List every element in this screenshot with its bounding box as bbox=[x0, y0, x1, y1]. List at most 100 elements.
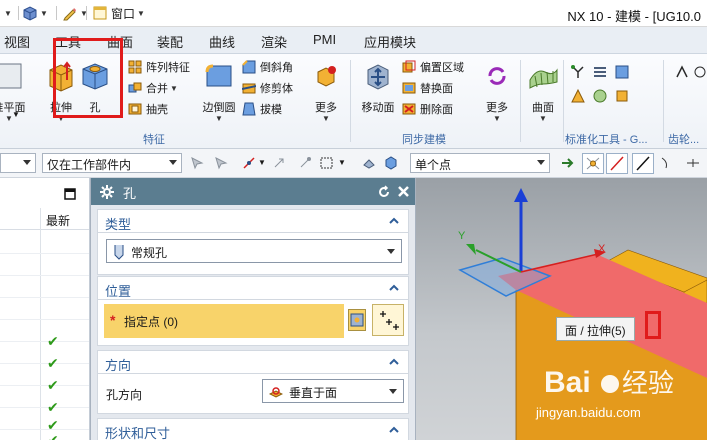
column-latest-header: 最新 bbox=[46, 214, 71, 228]
dropdown-arrow-icon[interactable]: ▼ bbox=[40, 9, 48, 18]
dialog-title-bar: 孔 bbox=[91, 178, 415, 205]
more-sync-button[interactable]: 更多 ▼ bbox=[474, 58, 520, 123]
snap-curve-icon[interactable] bbox=[660, 156, 674, 170]
standard-tool-icon[interactable] bbox=[592, 88, 608, 104]
watermark-url: jingyan.baidu.com bbox=[536, 405, 641, 420]
replace-face-icon bbox=[402, 82, 416, 94]
window-menu[interactable]: 窗口 ▼ bbox=[92, 5, 145, 21]
hole-direction-value: 垂直于面 bbox=[289, 386, 338, 400]
pattern-feature-label: 阵列特征 bbox=[146, 62, 190, 74]
required-asterisk-icon: * bbox=[110, 312, 116, 328]
type-filter-combo[interactable] bbox=[0, 153, 36, 173]
tab-view[interactable]: 视图 bbox=[4, 32, 30, 51]
gear-icon[interactable] bbox=[692, 64, 707, 80]
dropdown-arrow-icon[interactable]: ▼ bbox=[12, 110, 20, 119]
rectangle-select-icon[interactable] bbox=[320, 156, 334, 170]
more-label: 更多 bbox=[486, 102, 508, 114]
chamfer-button[interactable]: 倒斜角 bbox=[242, 58, 293, 76]
edge-blend-label: 边倒圆 bbox=[202, 102, 236, 114]
position-section-body: * 指定点 (0) bbox=[97, 300, 409, 346]
more-features-button[interactable]: 更多 ▼ bbox=[303, 58, 349, 123]
pattern-feature-button[interactable]: 阵列特征 bbox=[128, 58, 190, 76]
reset-icon[interactable] bbox=[377, 185, 391, 199]
hole-dialog: 孔 类型 常规孔 位置 * 指定点 (0) 方向 孔方向 垂直于面 形状和尺寸 bbox=[90, 178, 416, 440]
refresh-icon bbox=[488, 67, 506, 85]
snap-tool-icon[interactable] bbox=[298, 156, 312, 170]
snap-point-combo[interactable]: 单个点 bbox=[410, 153, 550, 173]
hole-direction-combo[interactable]: 垂直于面 bbox=[262, 379, 404, 403]
standard-tool-icon[interactable] bbox=[570, 64, 586, 80]
close-icon[interactable] bbox=[397, 185, 410, 198]
maximize-icon[interactable] bbox=[64, 188, 76, 200]
shape-section-header[interactable]: 形状和尺寸 bbox=[97, 418, 409, 440]
part-navigator: 最新 ✔ ✔ ✔ ✔ ✔ ✔ bbox=[0, 178, 90, 440]
specify-point-label: 指定点 (0) bbox=[124, 315, 179, 329]
trim-body-button[interactable]: 修剪体 bbox=[242, 79, 293, 97]
delete-face-icon bbox=[402, 103, 416, 115]
specify-point-row[interactable]: * 指定点 (0) bbox=[104, 304, 344, 338]
gear-icon[interactable] bbox=[674, 64, 690, 80]
sync-group-label: 同步建模 bbox=[402, 134, 446, 146]
point-plus-icon bbox=[380, 311, 399, 330]
snap-tool-icon[interactable] bbox=[362, 156, 376, 170]
arrow-right-icon[interactable] bbox=[560, 156, 574, 170]
position-section-title: 位置 bbox=[105, 284, 132, 299]
window-title: NX 10 - 建模 - [UG10.0 bbox=[567, 9, 701, 24]
offset-region-button[interactable]: 偏置区域 bbox=[402, 58, 464, 76]
tab-applications[interactable]: 应用模块 bbox=[364, 32, 416, 51]
sketch-section-button[interactable] bbox=[348, 309, 366, 331]
select-icon[interactable] bbox=[214, 156, 228, 170]
dropdown-arrow-icon[interactable]: ▼ bbox=[338, 158, 346, 167]
snap-midpoint-button[interactable] bbox=[632, 153, 654, 174]
select-feature-icon[interactable] bbox=[190, 156, 204, 170]
sketch-icon bbox=[350, 313, 364, 327]
scope-filter-combo[interactable]: 仅在工作部件内 bbox=[42, 153, 182, 173]
tab-assembly[interactable]: 装配 bbox=[157, 32, 183, 51]
dropdown-arrow-icon[interactable]: ▼ bbox=[258, 158, 266, 167]
position-section-header[interactable]: 位置 bbox=[97, 276, 409, 300]
standard-tool-icon[interactable] bbox=[614, 64, 630, 80]
standard-tool-icon[interactable] bbox=[614, 88, 630, 104]
snap-endpoint-button[interactable] bbox=[582, 153, 604, 174]
tab-pmi[interactable]: PMI bbox=[313, 32, 336, 47]
delete-face-button[interactable]: 删除面 bbox=[402, 100, 453, 118]
cube-icon[interactable] bbox=[384, 156, 398, 170]
dropdown-arrow-icon: ▼ bbox=[493, 114, 501, 123]
gear-icon[interactable] bbox=[99, 184, 115, 200]
offset-region-icon bbox=[402, 60, 416, 73]
hole-type-combo[interactable]: 常规孔 bbox=[106, 239, 402, 263]
standard-tool-icon[interactable] bbox=[592, 64, 608, 80]
chevron-up-icon bbox=[389, 284, 399, 291]
direction-section-body: 孔方向 垂直于面 bbox=[97, 374, 409, 414]
point-dialog-button[interactable] bbox=[372, 304, 404, 336]
cube-icon[interactable] bbox=[22, 5, 38, 21]
snap-tangent-icon[interactable] bbox=[686, 156, 700, 170]
move-face-button[interactable]: 移动面 bbox=[355, 58, 401, 122]
draft-button[interactable]: 拔模 bbox=[242, 100, 282, 118]
unite-button[interactable]: 合并 ▼ bbox=[128, 79, 178, 97]
shell-label: 抽壳 bbox=[146, 104, 168, 116]
tab-render[interactable]: 渲染 bbox=[261, 32, 287, 51]
edge-blend-button[interactable]: 边倒圆 ▼ bbox=[196, 58, 242, 123]
snap-endpoint-icon bbox=[586, 157, 600, 170]
dropdown-arrow-icon: ▼ bbox=[137, 8, 145, 18]
surface-button[interactable]: 曲面 ▼ bbox=[520, 58, 566, 123]
dialog-title: 孔 bbox=[123, 186, 137, 201]
snap-line-button[interactable] bbox=[606, 153, 628, 174]
dropdown-arrow-icon[interactable]: ▼ bbox=[170, 84, 178, 93]
standard-tool-icon[interactable] bbox=[570, 88, 586, 104]
shell-button[interactable]: 抽壳 bbox=[128, 100, 168, 118]
tab-curve[interactable]: 曲线 bbox=[209, 32, 235, 51]
draft-label: 拔模 bbox=[260, 104, 282, 116]
features-group-label: 特征 bbox=[143, 134, 165, 146]
surface-icon bbox=[529, 68, 558, 89]
direction-section-header[interactable]: 方向 bbox=[97, 350, 409, 374]
pencil-icon[interactable] bbox=[62, 5, 78, 21]
snap-tool-icon[interactable] bbox=[242, 156, 256, 170]
type-section-body: 常规孔 bbox=[97, 233, 409, 275]
replace-face-button[interactable]: 替换面 bbox=[402, 79, 453, 97]
snap-tool-icon[interactable] bbox=[272, 156, 286, 170]
type-section-header[interactable]: 类型 bbox=[97, 209, 409, 233]
replace-face-label: 替换面 bbox=[420, 83, 453, 95]
dropdown-arrow-icon[interactable]: ▼ bbox=[4, 9, 12, 18]
